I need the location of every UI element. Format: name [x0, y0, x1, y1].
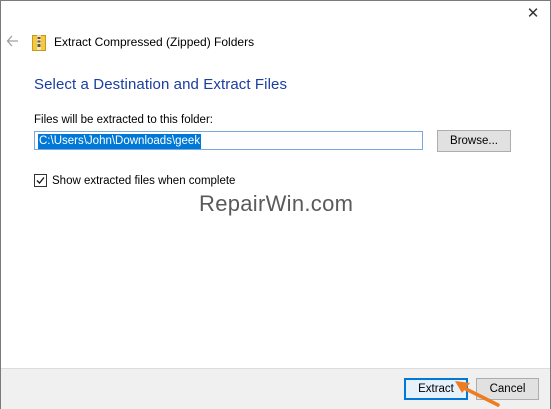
show-files-checkbox[interactable]: [34, 174, 47, 187]
destination-label: Files will be extracted to this folder:: [34, 114, 213, 126]
show-files-label: Show extracted files when complete: [52, 174, 236, 187]
close-icon[interactable]: ✕: [525, 6, 541, 22]
pointer-arrow-icon: [455, 381, 500, 407]
show-files-option[interactable]: Show extracted files when complete: [34, 174, 235, 187]
watermark-text: RepairWin.com: [199, 191, 354, 216]
page-heading: Select a Destination and Extract Files: [34, 76, 288, 93]
destination-path-value: C:\Users\John\Downloads\geek: [38, 134, 202, 149]
title-bar: Extract Compressed (Zipped) Folders: [32, 33, 254, 51]
browse-button[interactable]: Browse...: [437, 130, 511, 152]
destination-path-input[interactable]: C:\Users\John\Downloads\geek: [34, 131, 423, 150]
back-arrow-icon[interactable]: [6, 33, 20, 49]
zip-folder-icon: [32, 34, 46, 51]
window-title: Extract Compressed (Zipped) Folders: [54, 35, 255, 49]
